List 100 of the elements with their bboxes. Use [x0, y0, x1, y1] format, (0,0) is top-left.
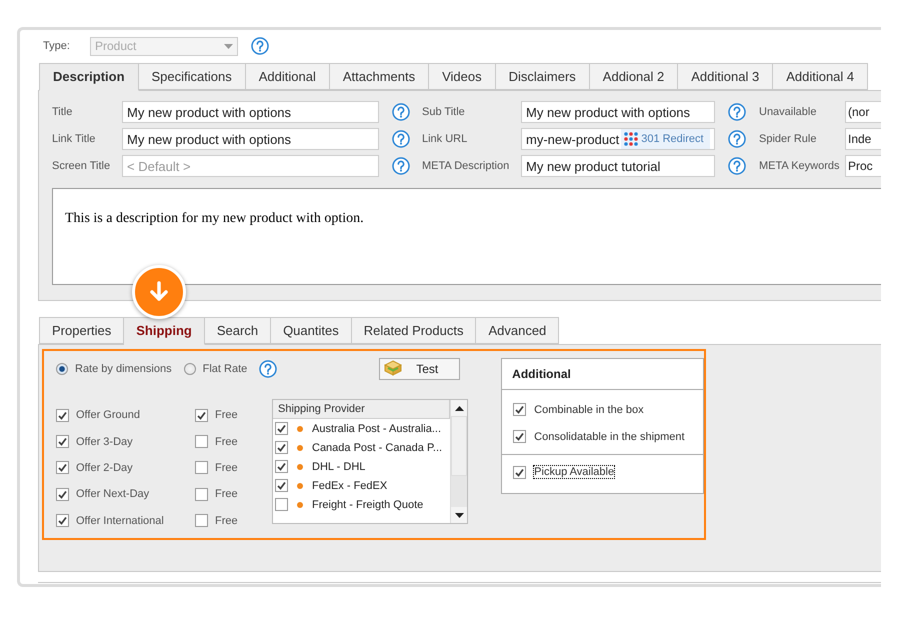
- provider-name: FedEx - FedEX: [312, 480, 388, 492]
- text-field[interactable]: My new product with options: [122, 128, 379, 150]
- field-label: Link URL: [422, 133, 468, 145]
- checkbox-label: Free: [215, 409, 238, 422]
- checkbox[interactable]: [275, 479, 288, 492]
- checkbox[interactable]: [275, 460, 288, 473]
- checkbox-label: Free: [215, 436, 238, 448]
- radio-label: Rate by dimensions: [75, 363, 172, 375]
- field-label: Title: [52, 106, 74, 118]
- test-button[interactable]: Test: [379, 358, 460, 380]
- text-field[interactable]: Inde: [845, 128, 881, 150]
- checkbox[interactable]: [56, 408, 69, 422]
- text-field[interactable]: My new product with options: [122, 101, 379, 123]
- dots-grid-icon: [624, 132, 638, 146]
- checkbox-label: Combinable in the box: [533, 402, 645, 416]
- field-label: Screen Title: [52, 160, 112, 172]
- radio-label: Flat Rate: [202, 363, 248, 375]
- tab[interactable]: Related Products: [352, 317, 476, 344]
- help-icon[interactable]: [728, 103, 746, 121]
- field-label: Unavailable: [759, 106, 818, 118]
- checkbox-label: Offer 3-Day: [76, 436, 133, 448]
- checkbox[interactable]: [275, 498, 288, 511]
- checkbox[interactable]: [56, 488, 69, 501]
- tab[interactable]: Specifications: [138, 63, 246, 90]
- scroll-up-icon[interactable]: [451, 400, 467, 416]
- checkbox-label: Offer 2-Day: [76, 462, 133, 474]
- checkbox[interactable]: [56, 435, 69, 448]
- field-value: my-new-product: [526, 132, 620, 146]
- tab[interactable]: Additional 4: [773, 63, 868, 90]
- scroll-down-icon[interactable]: [451, 507, 467, 523]
- status-dot-icon: [297, 426, 303, 432]
- tab[interactable]: Attachments: [330, 63, 430, 90]
- checkbox-label: Free: [215, 462, 238, 474]
- type-label: Type:: [43, 40, 71, 52]
- checkbox[interactable]: [195, 435, 208, 448]
- text-field[interactable]: Proc: [845, 155, 881, 177]
- checkbox-label: Offer International: [76, 514, 164, 527]
- help-icon[interactable]: [728, 157, 746, 175]
- text-field[interactable]: My new product tutorial: [521, 155, 715, 177]
- tab[interactable]: Description: [39, 63, 139, 91]
- checkbox[interactable]: [513, 466, 526, 478]
- redirect-link[interactable]: 301 Redirect: [621, 129, 710, 149]
- checkbox[interactable]: [195, 461, 208, 474]
- field-label: Sub Title: [422, 106, 466, 118]
- package-icon: [384, 360, 402, 378]
- field-label: Spider Rule: [759, 133, 818, 145]
- checkbox[interactable]: [513, 403, 526, 416]
- checkbox-label: Free: [215, 514, 238, 527]
- help-icon[interactable]: [251, 37, 269, 55]
- status-dot-icon: [297, 502, 303, 508]
- radio-button[interactable]: [184, 363, 196, 375]
- checkbox[interactable]: [195, 514, 208, 528]
- checkbox[interactable]: [56, 514, 69, 528]
- group-title: Additional: [502, 359, 703, 390]
- provider-name: Australia Post - Australia...: [312, 422, 441, 434]
- caret-icon: [224, 44, 233, 48]
- field-label: META Keywords: [759, 160, 840, 172]
- help-icon[interactable]: [259, 360, 278, 378]
- checkbox-label: Offer Ground: [76, 409, 140, 422]
- column-header: Shipping Provider: [273, 400, 450, 419]
- checkbox[interactable]: [56, 461, 69, 474]
- provider-name: Canada Post - Canada P...: [312, 442, 442, 454]
- help-icon[interactable]: [392, 103, 410, 121]
- checkbox[interactable]: [195, 408, 208, 422]
- field-label: Link Title: [52, 133, 96, 145]
- tab[interactable]: Search: [204, 317, 272, 344]
- checkbox-label: Consolidatable in the shipment: [533, 430, 686, 444]
- field-label: META Description: [422, 160, 510, 172]
- checkbox[interactable]: [275, 422, 288, 435]
- provider-name: DHL - DHL: [312, 460, 366, 472]
- link-url-field[interactable]: my-new-product 301 Redirect: [521, 128, 715, 150]
- help-icon[interactable]: [392, 130, 410, 148]
- radio-button[interactable]: [56, 363, 68, 375]
- tab[interactable]: Shipping: [124, 317, 205, 345]
- checkbox[interactable]: [195, 488, 208, 501]
- checkbox[interactable]: [513, 430, 526, 443]
- tab[interactable]: Addional 2: [590, 63, 678, 90]
- help-icon[interactable]: [728, 130, 746, 148]
- checkbox-label: Free: [215, 488, 238, 500]
- checkbox[interactable]: [275, 441, 288, 454]
- scrollbar[interactable]: [450, 400, 467, 523]
- provider-name: Freight - Freigth Quote: [312, 498, 424, 510]
- provider-list[interactable]: Shipping Provider Australia Post - Australia... Canada Post - Canada P... DHL - DHL FedEx - FedEX Freight - Freigth Quote: [272, 399, 468, 524]
- checkbox-label: Offer Next-Day: [76, 488, 150, 500]
- tab[interactable]: Quantites: [271, 317, 352, 344]
- tab[interactable]: Additional: [246, 63, 330, 90]
- status-dot-icon: [297, 444, 303, 450]
- status-dot-icon: [297, 482, 303, 488]
- tab[interactable]: Disclaimers: [496, 63, 590, 90]
- tab[interactable]: Advanced: [476, 317, 560, 344]
- tab[interactable]: Videos: [429, 63, 496, 90]
- checkbox-label: Pickup Available: [533, 465, 616, 479]
- tab[interactable]: Properties: [39, 317, 124, 344]
- text-field[interactable]: My new product with options: [521, 101, 715, 123]
- description-editor[interactable]: This is a description for my new product with option.: [52, 188, 881, 285]
- help-icon[interactable]: [392, 157, 410, 175]
- status-dot-icon: [297, 464, 303, 470]
- text-field[interactable]: (nor: [845, 101, 881, 123]
- tab[interactable]: Additional 3: [678, 63, 774, 90]
- text-field[interactable]: < Default >: [122, 155, 379, 177]
